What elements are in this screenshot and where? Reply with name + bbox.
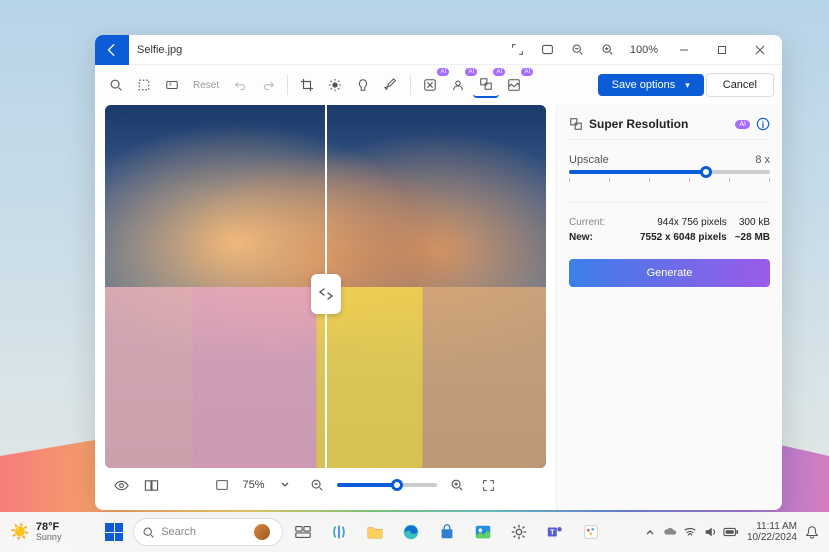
back-button[interactable]	[95, 35, 129, 65]
search-icon	[142, 526, 155, 539]
fullscreen-icon[interactable]	[504, 36, 532, 64]
background-ai-icon[interactable]	[445, 72, 471, 98]
cancel-button[interactable]: Cancel	[706, 73, 774, 97]
onedrive-icon[interactable]	[663, 525, 677, 539]
chevron-down-icon[interactable]	[273, 473, 297, 497]
zoom-in-icon[interactable]	[445, 473, 469, 497]
restyle-ai-icon[interactable]	[501, 72, 527, 98]
teams-icon[interactable]: T	[539, 516, 571, 548]
ai-badge: AI	[735, 120, 750, 129]
info-icon[interactable]	[756, 117, 770, 131]
compare-handle[interactable]	[311, 274, 341, 314]
battery-icon[interactable]	[723, 525, 739, 539]
close-button[interactable]	[742, 36, 778, 64]
titlebar: Selfie.jpg 100%	[95, 35, 782, 65]
size-readout: Current: 944x 756 pixels 300 kB New: 755…	[569, 217, 770, 243]
current-label: Current:	[569, 217, 605, 228]
zoom-slider-thumb[interactable]	[391, 479, 403, 491]
reset-button[interactable]: Reset	[187, 76, 225, 95]
new-label: New:	[569, 232, 605, 243]
select-tool-icon[interactable]	[131, 72, 157, 98]
edge-icon[interactable]	[395, 516, 427, 548]
maximize-button[interactable]	[704, 36, 740, 64]
start-button[interactable]	[99, 517, 129, 547]
zoom-out-icon[interactable]	[305, 473, 329, 497]
fullscreen-icon[interactable]	[477, 473, 501, 497]
super-resolution-panel: Super Resolution AI Upscale 8 x Current	[556, 105, 782, 510]
taskbar-weather[interactable]: ☀️ 78°F Sunny	[10, 522, 61, 542]
erase-ai-icon[interactable]	[417, 72, 443, 98]
wifi-icon[interactable]	[683, 525, 697, 539]
volume-icon[interactable]	[703, 525, 717, 539]
current-filesize: 300 kB	[735, 217, 770, 228]
edit-toolbar: Reset	[95, 65, 782, 105]
task-view-icon[interactable]	[287, 516, 319, 548]
current-dimensions: 944x 756 pixels	[613, 217, 727, 228]
new-dimensions: 7552 x 6048 pixels	[613, 232, 727, 243]
notifications-icon[interactable]	[805, 525, 819, 539]
content-area: 75%	[95, 105, 782, 510]
copilot-icon[interactable]	[323, 516, 355, 548]
zoom-level-text: 100%	[624, 44, 664, 56]
panel-separator	[569, 202, 770, 203]
super-resolution-ai-icon[interactable]	[473, 72, 499, 98]
filter-icon[interactable]	[350, 72, 376, 98]
upscale-slider-thumb[interactable]	[700, 166, 712, 178]
zoom-slider[interactable]	[337, 483, 437, 487]
settings-icon[interactable]	[503, 516, 535, 548]
save-options-button[interactable]: Save options ▾	[598, 74, 704, 96]
explorer-icon[interactable]	[359, 516, 391, 548]
svg-text:T: T	[550, 528, 555, 537]
toolbar-separator	[410, 75, 411, 95]
zoom-in-icon[interactable]	[594, 36, 622, 64]
image-preview[interactable]	[105, 105, 546, 468]
fit-icon[interactable]	[210, 473, 234, 497]
minimize-button[interactable]	[666, 36, 702, 64]
clock-date: 10/22/2024	[747, 532, 797, 543]
fit-screen-icon[interactable]	[534, 36, 562, 64]
upscale-label: Upscale	[569, 154, 609, 166]
photos-app-window: Selfie.jpg 100%	[95, 35, 782, 510]
new-filesize: ~28 MB	[735, 232, 770, 243]
search-highlight-icon	[254, 524, 270, 540]
taskbar: ☀️ 78°F Sunny Search	[0, 512, 829, 552]
generate-button[interactable]: Generate	[569, 259, 770, 287]
toolbar-separator	[287, 75, 288, 95]
chevron-up-icon[interactable]	[645, 527, 655, 537]
clock-time: 11:11 AM	[747, 521, 797, 532]
clock[interactable]: 11:11 AM 10/22/2024	[747, 521, 797, 543]
undo-icon[interactable]	[227, 72, 253, 98]
upscale-value: 8 x	[755, 154, 770, 166]
zoom-percent: 75%	[242, 479, 264, 491]
crop-icon[interactable]	[294, 72, 320, 98]
sunny-icon: ☀️	[10, 522, 30, 542]
panel-title: Super Resolution	[589, 117, 729, 131]
store-icon[interactable]	[431, 516, 463, 548]
super-resolution-icon	[569, 117, 583, 131]
panel-header: Super Resolution AI	[569, 113, 770, 140]
taskbar-search[interactable]: Search	[133, 518, 283, 546]
bottom-bar: 75%	[105, 468, 546, 502]
aspect-ratio-icon[interactable]	[159, 72, 185, 98]
upscale-slider[interactable]	[569, 170, 770, 174]
markup-icon[interactable]	[378, 72, 404, 98]
compare-icon[interactable]	[139, 473, 163, 497]
adjust-icon[interactable]	[322, 72, 348, 98]
view-icon[interactable]	[109, 473, 133, 497]
search-placeholder: Search	[161, 526, 196, 538]
save-options-label: Save options	[612, 79, 676, 91]
redo-icon[interactable]	[255, 72, 281, 98]
image-area: 75%	[95, 105, 556, 510]
file-name: Selfie.jpg	[129, 44, 182, 56]
windows-logo-icon	[105, 523, 123, 541]
paint-icon[interactable]	[575, 516, 607, 548]
photos-app-icon[interactable]	[467, 516, 499, 548]
zoom-out-icon[interactable]	[564, 36, 592, 64]
weather-condition: Sunny	[36, 533, 62, 542]
chevron-down-icon: ▾	[685, 80, 690, 91]
zoom-tool-icon[interactable]	[103, 72, 129, 98]
